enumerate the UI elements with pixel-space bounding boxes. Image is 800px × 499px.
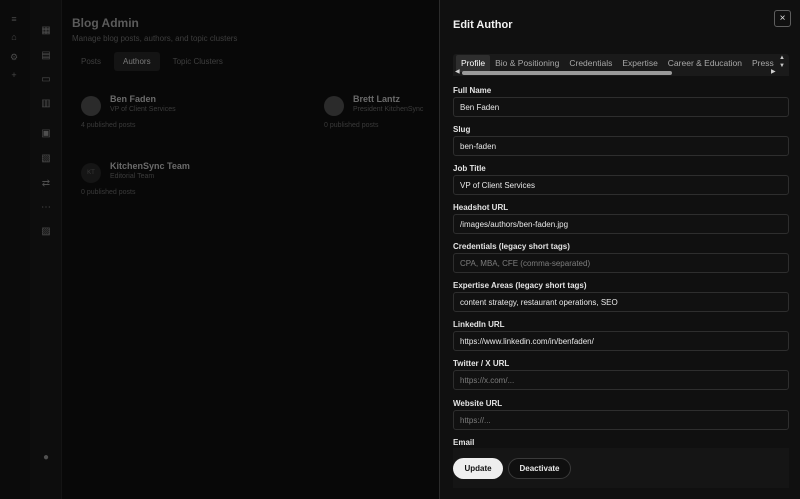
avatar bbox=[324, 96, 344, 116]
author-role: President KitchenSync bbox=[353, 106, 424, 113]
email-label: Email bbox=[453, 438, 475, 447]
tab-topic-clusters[interactable]: Topic Clusters bbox=[164, 52, 232, 71]
add-icon[interactable]: + bbox=[9, 70, 19, 80]
headshot-url-field[interactable] bbox=[453, 214, 789, 234]
swap-icon[interactable]: ⇄ bbox=[40, 178, 52, 190]
pages-icon[interactable]: ▣ bbox=[40, 128, 52, 140]
job-title-label: Job Title bbox=[453, 164, 486, 173]
users-icon[interactable]: ▨ bbox=[40, 226, 52, 238]
scroll-down-icon[interactable]: ▼ bbox=[779, 63, 785, 69]
media-icon[interactable]: ▧ bbox=[40, 153, 52, 165]
author-post-count: 0 published posts bbox=[81, 189, 136, 196]
page-subtitle: Manage blog posts, authors, and topic cl… bbox=[72, 34, 238, 43]
expertise-areas-field[interactable] bbox=[453, 292, 789, 312]
twitter-url-label: Twitter / X URL bbox=[453, 359, 510, 368]
credentials-field[interactable] bbox=[453, 253, 789, 273]
admin-tabs: Posts Authors Topic Clusters bbox=[72, 52, 232, 71]
tabs-scrollbar[interactable]: ◀ ▶ bbox=[453, 68, 779, 77]
full-name-label: Full Name bbox=[453, 86, 492, 95]
settings-icon[interactable]: ⚙ bbox=[9, 52, 19, 62]
share-icon[interactable]: ⋯ bbox=[40, 202, 52, 214]
scroll-up-icon[interactable]: ▲ bbox=[779, 55, 785, 61]
website-url-field[interactable] bbox=[453, 410, 789, 430]
primary-icon-rail: ≡ ⌂ ⚙ + bbox=[0, 0, 30, 499]
analytics-icon[interactable]: ▥ bbox=[40, 98, 52, 110]
author-name: Ben Faden bbox=[110, 94, 157, 104]
tab-posts[interactable]: Posts bbox=[72, 52, 110, 71]
home-icon[interactable]: ⌂ bbox=[9, 32, 19, 42]
secondary-icon-rail: ▦ ▤ ▭ ▥ ▣ ▧ ⇄ ⋯ ▨ ● bbox=[30, 0, 62, 499]
page-title: Blog Admin bbox=[72, 16, 139, 30]
author-name: KitchenSync Team bbox=[110, 161, 190, 171]
author-name: Brett Lantz bbox=[353, 94, 400, 104]
drawer-footer bbox=[453, 448, 789, 488]
deactivate-button[interactable]: Deactivate bbox=[508, 458, 571, 479]
job-title-field[interactable] bbox=[453, 175, 789, 195]
tab-authors[interactable]: Authors bbox=[114, 52, 160, 71]
twitter-url-field[interactable] bbox=[453, 370, 789, 390]
scrollbar-thumb[interactable] bbox=[462, 71, 672, 75]
linkedin-url-label: LinkedIn URL bbox=[453, 320, 505, 329]
author-role: VP of Client Services bbox=[110, 106, 176, 113]
scroll-right-icon[interactable]: ▶ bbox=[771, 69, 776, 76]
expertise-areas-label: Expertise Areas (legacy short tags) bbox=[453, 281, 587, 290]
close-icon: × bbox=[779, 13, 786, 24]
linkedin-url-field[interactable] bbox=[453, 331, 789, 351]
avatar: KT bbox=[81, 163, 101, 183]
slug-label: Slug bbox=[453, 125, 471, 134]
author-post-count: 4 published posts bbox=[81, 122, 136, 129]
avatar bbox=[81, 96, 101, 116]
headshot-url-label: Headshot URL bbox=[453, 203, 509, 212]
drawer-title: Edit Author bbox=[453, 19, 513, 31]
account-icon[interactable]: ● bbox=[40, 452, 52, 464]
calendar-icon[interactable]: ▦ bbox=[40, 25, 52, 37]
full-name-field[interactable] bbox=[453, 97, 789, 117]
update-button[interactable]: Update bbox=[453, 458, 503, 479]
edit-author-drawer: Edit Author × Profile Bio & Positioning … bbox=[439, 0, 800, 499]
posts-icon[interactable]: ▤ bbox=[40, 50, 52, 62]
author-post-count: 0 published posts bbox=[324, 122, 379, 129]
website-url-label: Website URL bbox=[453, 399, 503, 408]
credentials-label: Credentials (legacy short tags) bbox=[453, 242, 570, 251]
close-button[interactable]: × bbox=[774, 10, 791, 27]
slug-field[interactable] bbox=[453, 136, 789, 156]
app-logo-icon[interactable]: ≡ bbox=[9, 14, 19, 24]
author-role: Editorial Team bbox=[110, 173, 155, 180]
comments-icon[interactable]: ▭ bbox=[40, 74, 52, 86]
scroll-left-icon[interactable]: ◀ bbox=[455, 69, 460, 76]
